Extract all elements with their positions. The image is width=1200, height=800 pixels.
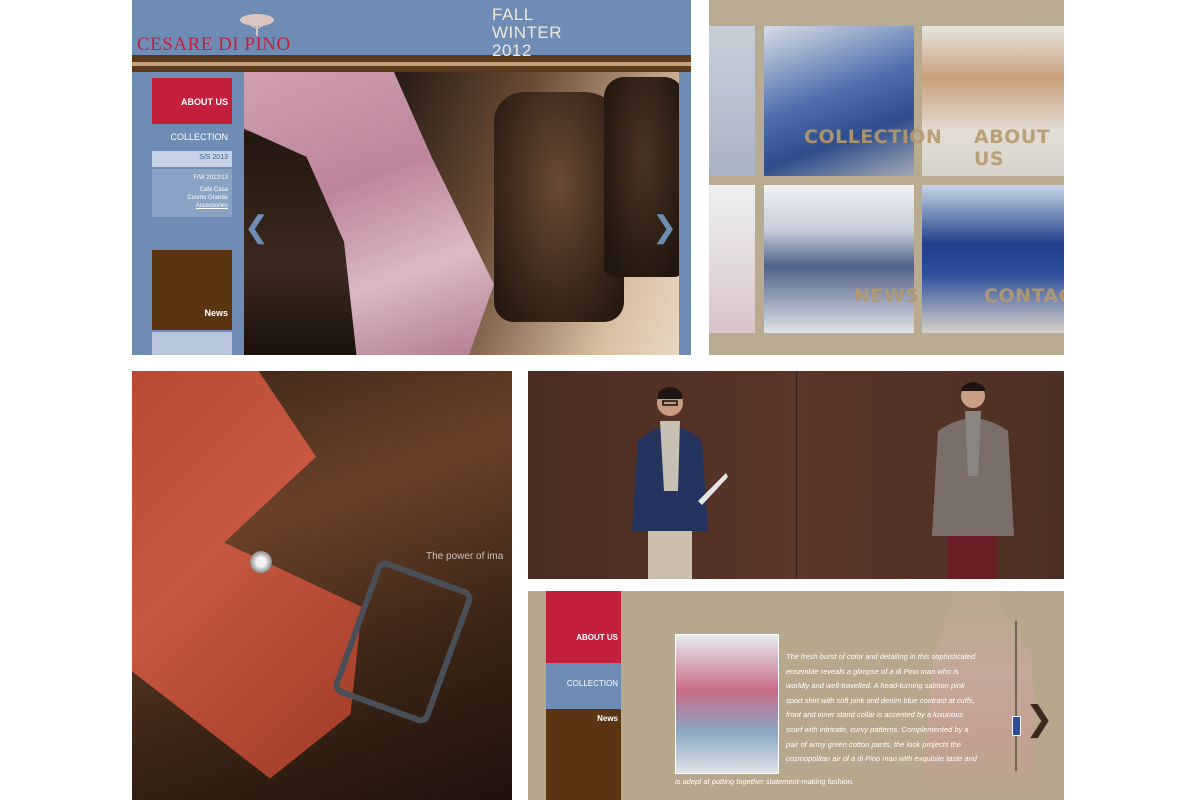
sidebar-footer <box>152 332 232 355</box>
nav-about-us[interactable]: ABOUT US <box>546 591 621 663</box>
leather-belt <box>132 371 362 779</box>
nav-sub-cafe-casa[interactable]: Cafe Casa <box>152 186 228 194</box>
scroll-track[interactable] <box>1015 621 1017 771</box>
nav-ss-2013[interactable]: S/S 2013 <box>152 151 232 167</box>
right-border <box>679 72 691 355</box>
season-line: 2012 <box>492 41 532 60</box>
grid-photo <box>709 185 755 333</box>
nav-sub-cosmo-grande[interactable]: Cosmo Grande <box>152 194 228 202</box>
nav-about-us[interactable]: ABOUT US <box>152 78 232 124</box>
nav-collection[interactable]: COLLECTION <box>152 128 232 146</box>
chevron-right-icon[interactable]: ❯ <box>652 210 677 245</box>
about-text-line: cosmopolitan air of a di Pino man with e… <box>786 754 977 764</box>
grid-tile-collection[interactable] <box>764 26 914 176</box>
belt-buckle <box>330 557 476 727</box>
nav-collection[interactable]: COLLECTION <box>546 663 621 709</box>
nav-news[interactable]: News <box>152 250 232 330</box>
nav-fw-label: F/W 2012/13 <box>193 175 228 181</box>
grid-photo <box>709 26 755 176</box>
grid-label-collection[interactable]: COLLECTION <box>804 126 942 148</box>
hero-image <box>244 72 684 355</box>
belt-photo-panel: The power of ima <box>132 371 512 800</box>
about-text-line: sport shirt with soft pink and denim blu… <box>786 695 975 705</box>
about-text-line: ensemble reveals a glimpse of a di Pino … <box>786 666 959 676</box>
about-text-line: is adept at putting together statement-m… <box>675 777 854 786</box>
photo-divider <box>796 371 797 579</box>
about-text: The fresh burst of color and detailing i… <box>786 650 996 767</box>
tagline: The power of ima <box>426 551 504 562</box>
model-navy-blazer <box>632 387 728 579</box>
grid-label-about-us[interactable]: ABOUT US <box>974 126 1064 170</box>
brand-logo[interactable]: CESARE DI PINO <box>137 34 291 56</box>
about-page-panel: ABOUT US COLLECTION News The fresh burst… <box>528 591 1064 800</box>
model-photo <box>675 634 779 774</box>
site-header: CESARE DI PINO <box>132 0 691 57</box>
nav-sub-accessories[interactable]: Accessories <box>152 202 228 210</box>
about-text-line: The fresh burst of color and detailing i… <box>786 652 976 661</box>
about-text-line: worldly and well-travelled. A head-turni… <box>786 681 965 691</box>
season-line: FALL <box>492 5 534 24</box>
homepage-panel: CESARE DI PINO ABOUT US COLLECTION S/S 2… <box>132 0 691 355</box>
season-title: FALL WINTER 2012 <box>492 6 562 60</box>
grid-tile-news[interactable] <box>764 185 914 333</box>
grid-label-contact[interactable]: CONTACT <box>984 285 1064 307</box>
nav-news[interactable]: News <box>546 709 621 800</box>
photo-grid-panel: COLLECTION ABOUT US NEWS CONTACT <box>709 0 1064 355</box>
header-band <box>132 55 691 62</box>
grid-label-news[interactable]: NEWS <box>854 285 920 307</box>
chevron-left-icon[interactable]: ❮ <box>244 210 269 245</box>
models-panel <box>528 371 1064 579</box>
season-line: WINTER <box>492 23 563 42</box>
scroll-handle[interactable] <box>1012 716 1021 736</box>
chevron-right-icon[interactable]: ❯ <box>1025 699 1054 739</box>
about-text-line: front and inner stand collar is accented… <box>786 710 964 720</box>
belt-rivet <box>250 551 272 573</box>
grid-tile-contact[interactable] <box>922 185 1064 333</box>
model-tweed-blazer <box>932 382 1014 579</box>
about-text-line: pair of army green cotton pants, the loo… <box>786 739 962 749</box>
boot <box>604 77 684 277</box>
about-text-line: scarf with intricate, curvy patterns. Co… <box>786 724 969 734</box>
nav-fw-2012[interactable]: F/W 2012/13 Cafe Casa Cosmo Grande Acces… <box>152 169 232 217</box>
